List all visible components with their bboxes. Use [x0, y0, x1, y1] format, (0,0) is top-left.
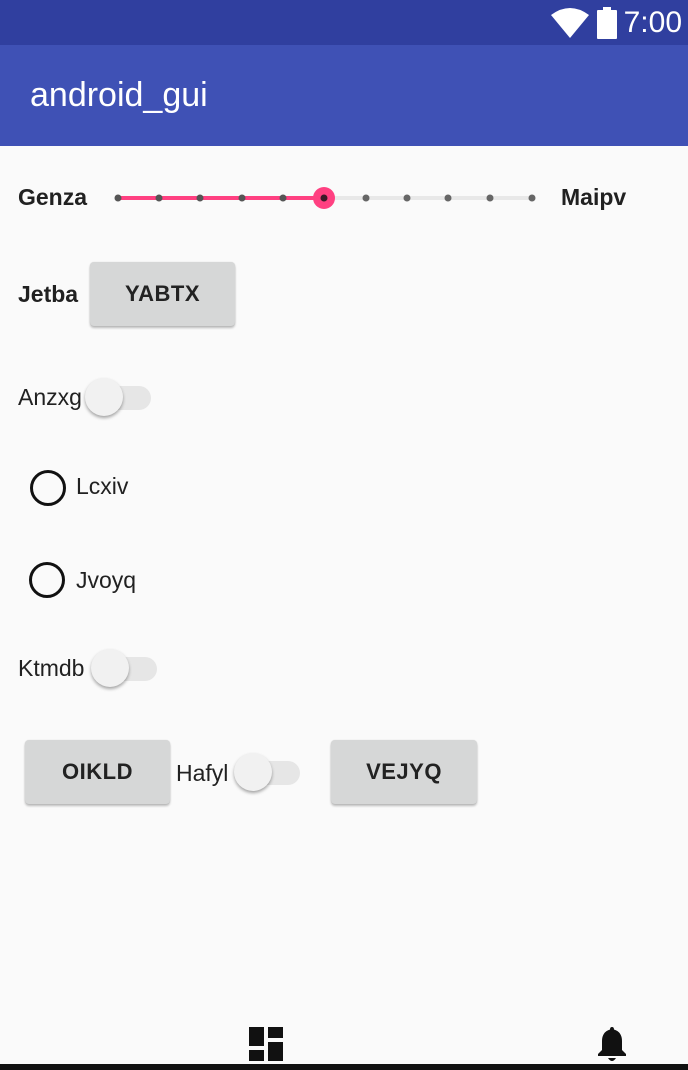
slider-min-label: Genza — [18, 184, 88, 210]
lcxiv-label[interactable]: Lcxiv — [76, 472, 128, 500]
dashboard-icon[interactable] — [249, 1027, 283, 1061]
status-time: 7:00 — [623, 6, 682, 39]
app-bar: android_gui — [0, 45, 688, 146]
navigation-bar-edge — [0, 1064, 688, 1070]
switch-thumb — [234, 753, 272, 791]
anzxg-switch[interactable] — [85, 378, 153, 418]
status-bar: 7:00 — [0, 0, 688, 45]
anzxg-label: Anzxg — [18, 384, 82, 410]
wifi-icon — [551, 8, 589, 38]
hafyl-switch[interactable] — [234, 753, 302, 793]
notifications-icon[interactable] — [596, 1026, 628, 1062]
jvoyq-label[interactable]: Jvoyq — [76, 566, 136, 594]
switch-thumb — [85, 378, 123, 416]
oikld-button[interactable]: OIKLD — [25, 740, 170, 804]
lcxiv-radio[interactable] — [30, 470, 66, 506]
discrete-seekbar[interactable] — [108, 174, 548, 222]
slider-max-label: Maipv — [561, 184, 627, 210]
ktmdb-switch[interactable] — [91, 649, 159, 689]
switch-thumb — [91, 649, 129, 687]
vejyq-button[interactable]: VEJYQ — [331, 740, 477, 804]
jvoyq-radio[interactable] — [29, 562, 65, 598]
jetba-label: Jetba — [18, 281, 79, 307]
app-title: android_gui — [30, 76, 208, 114]
yabtx-button[interactable]: YABTX — [90, 262, 235, 326]
ktmdb-label: Ktmdb — [18, 655, 85, 681]
battery-icon — [597, 7, 617, 39]
hafyl-label: Hafyl — [176, 760, 229, 786]
